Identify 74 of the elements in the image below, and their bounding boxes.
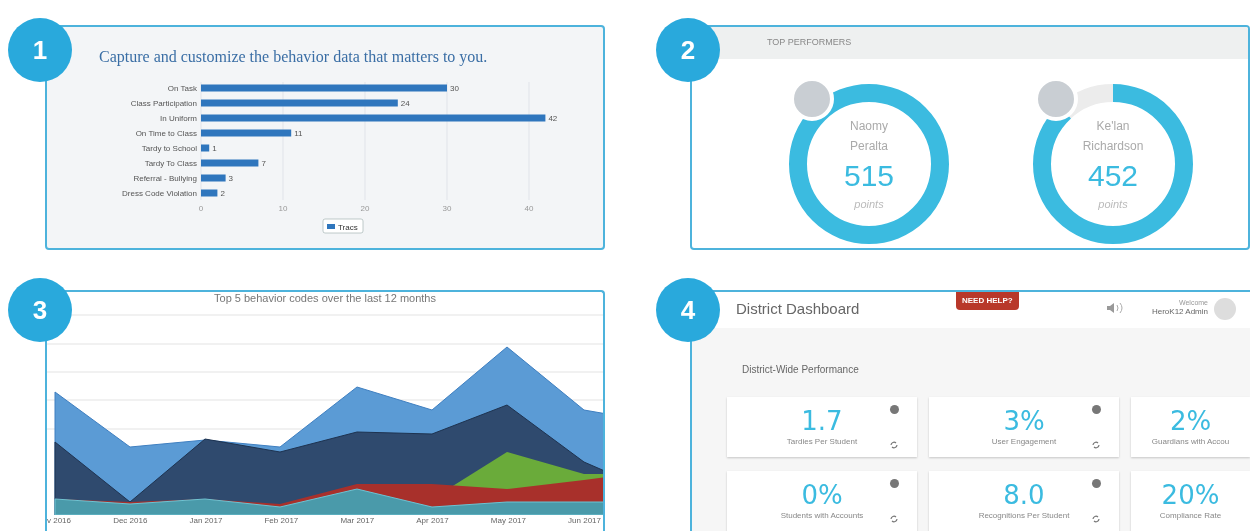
speaker-icon[interactable] [1105, 302, 1124, 314]
metric-value: 0% [801, 480, 843, 510]
metric-value: 1.7 [801, 406, 843, 436]
refresh-icon[interactable] [889, 440, 899, 450]
score-value: 515 [843, 157, 895, 194]
score-value: 452 [1087, 157, 1139, 194]
axis-tick-label: v 2016 [47, 515, 72, 527]
score-unit: points [1098, 196, 1128, 212]
step-number-badge: 4 [656, 278, 720, 342]
metric-label: Students with Accounts [780, 510, 864, 522]
category-label: Class Participation [130, 99, 197, 108]
category-label: On Task [167, 84, 197, 93]
refresh-icon[interactable] [1091, 440, 1101, 450]
category-label: Tardy To Class [144, 159, 197, 168]
performer-name: Ke'lan [1096, 117, 1130, 135]
category-label: Tardy to School [141, 144, 197, 153]
bar [201, 189, 218, 197]
axis-tick-label: Apr 2017 [416, 515, 449, 527]
step-number-badge: 3 [8, 278, 72, 342]
value-label: 30 [450, 84, 459, 93]
value-label: 42 [548, 114, 558, 123]
metric-label: User Engagement [991, 436, 1057, 448]
axis-tick-label: Dec 2016 [113, 515, 148, 527]
value-label: 7 [261, 159, 266, 168]
axis-tick-label: Jan 2017 [189, 515, 223, 527]
metric-value: 2% [1169, 406, 1212, 436]
value-label: 1 [212, 144, 217, 153]
axis-tick-label: Feb 2017 [264, 515, 299, 527]
metric-value: 8.0 [1003, 480, 1045, 510]
page-title: District Dashboard [736, 299, 861, 319]
bar [201, 144, 210, 152]
info-icon[interactable] [890, 405, 899, 414]
metric-label: Tardies Per Student [786, 436, 858, 448]
performer-name: Naomy [850, 117, 888, 135]
legend-label: Tracs [338, 222, 358, 232]
bar [201, 174, 226, 182]
legend-item: Tracs [322, 218, 364, 234]
metric-value: 20% [1161, 480, 1220, 510]
axis-tick-label: Mar 2017 [340, 515, 375, 527]
panel-title: Capture and customize the behavior data that matters to you. [99, 47, 489, 68]
performer-name: Peralta [850, 137, 888, 155]
info-icon[interactable] [1092, 479, 1101, 488]
step-number-badge: 2 [656, 18, 720, 82]
bar [201, 159, 259, 167]
axis-tick-label: 30 [442, 204, 452, 213]
info-icon[interactable] [1092, 405, 1101, 414]
metric-label: Guardians with Accou [1151, 436, 1230, 448]
performer-name: Richardson [1082, 137, 1144, 155]
axis-tick-label: Jun 2017 [568, 515, 601, 527]
axis-tick-label: 10 [278, 204, 288, 213]
refresh-icon[interactable] [889, 514, 899, 524]
value-label: 24 [400, 99, 410, 108]
info-icon[interactable] [890, 479, 899, 488]
metric-label: Compliance Rate [1159, 510, 1222, 522]
value-label: 2 [220, 189, 225, 198]
refresh-icon[interactable] [1091, 514, 1101, 524]
metric-label: Recognitions Per Student [978, 510, 1070, 522]
axis-tick-label: May 2017 [490, 515, 526, 527]
section-title: District-Wide Performance [742, 363, 860, 377]
value-label: 11 [294, 129, 303, 138]
category-label: Referral - Bullying [133, 174, 197, 183]
chart-title: Top 5 behavior codes over the last 12 months [213, 292, 437, 302]
metric-value: 3% [1003, 406, 1045, 436]
help-button[interactable]: NEED HELP? [956, 292, 1019, 310]
value-label: 3 [228, 174, 234, 183]
user-name: HeroK12 Admin [1151, 307, 1208, 317]
category-label: On Time to Class [135, 129, 197, 138]
axis-tick-label: 40 [524, 204, 534, 213]
category-label: In Uniform [160, 114, 197, 123]
score-unit: points [854, 196, 884, 212]
step-number-badge: 1 [8, 18, 72, 82]
axis-tick-label: 0 [198, 204, 204, 213]
axis-tick-label: 20 [360, 204, 370, 213]
category-label: Dress Code Violation [122, 189, 197, 198]
